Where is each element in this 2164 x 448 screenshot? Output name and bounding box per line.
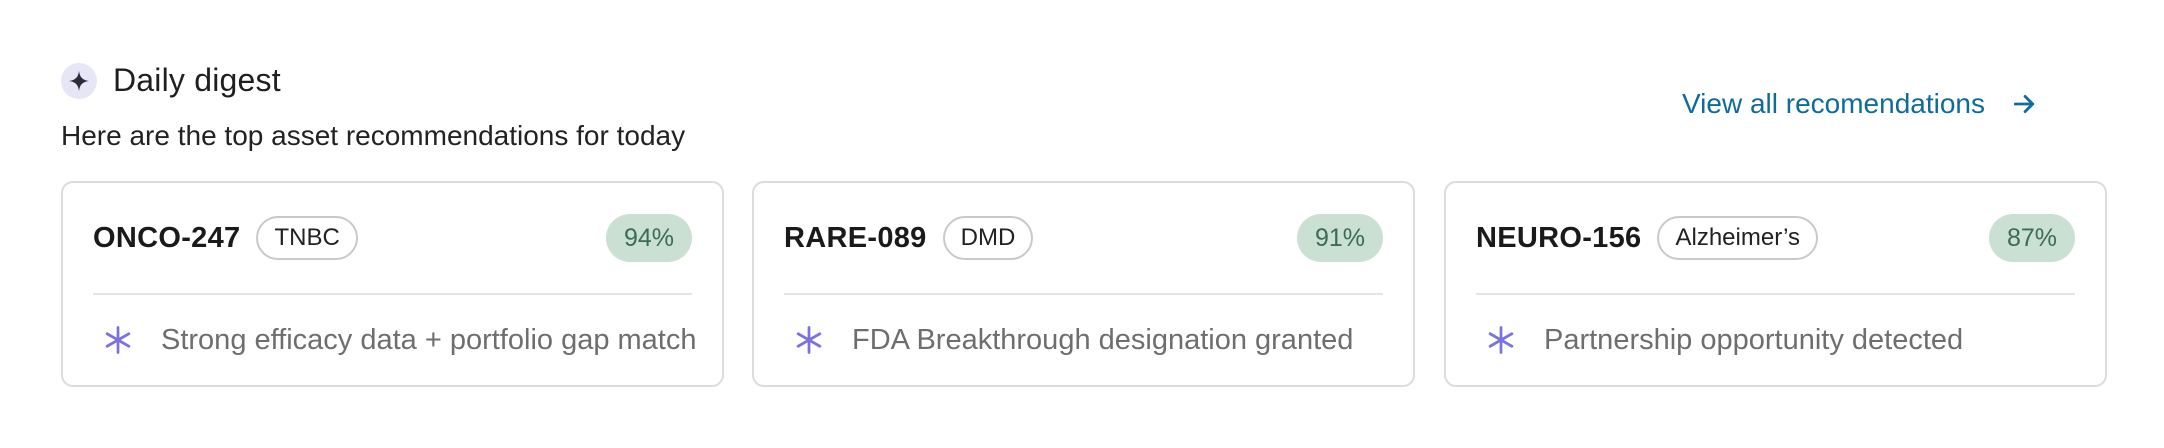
recommendation-reason: Partnership opportunity detected <box>1486 313 1963 367</box>
card-divider <box>93 293 692 295</box>
card-header: NEURO-156 Alzheimer’s 87% <box>1476 213 2075 263</box>
reason-text: Partnership opportunity detected <box>1544 323 1964 356</box>
indication-tag: DMD <box>942 216 1034 260</box>
indication-tag: Alzheimer’s <box>1657 216 1818 260</box>
digest-header: Daily digest <box>61 62 281 99</box>
recommendation-card[interactable]: ONCO-247 TNBC 94% Strong efficacy data +… <box>61 181 724 387</box>
reason-text: Strong efficacy data + portfolio gap mat… <box>161 323 697 356</box>
page-subtitle: Here are the top asset recommendations f… <box>61 120 686 151</box>
card-header: ONCO-247 TNBC 94% <box>93 213 692 263</box>
arrow-right-icon <box>2011 91 2037 117</box>
card-header: RARE-089 DMD 91% <box>784 213 1383 263</box>
asset-id: NEURO-156 <box>1476 221 1642 254</box>
card-divider <box>784 293 1383 295</box>
recommendation-card[interactable]: NEURO-156 Alzheimer’s 87% Partnership op… <box>1444 181 2107 387</box>
sparkle-icon <box>61 62 97 99</box>
asterisk-icon <box>794 325 824 355</box>
asset-id: RARE-089 <box>784 221 927 254</box>
asterisk-icon <box>1486 325 1516 355</box>
view-all-label: View all recomendations <box>1682 88 1985 119</box>
reason-text: FDA Breakthrough designation granted <box>852 323 1354 356</box>
recommendation-reason: FDA Breakthrough designation granted <box>794 313 1353 367</box>
match-score-badge: 94% <box>605 214 692 262</box>
asset-id: ONCO-247 <box>93 221 241 254</box>
indication-tag: TNBC <box>256 216 358 260</box>
recommendation-reason: Strong efficacy data + portfolio gap mat… <box>103 313 696 367</box>
asterisk-icon <box>103 325 133 355</box>
match-score-badge: 91% <box>1296 214 1383 262</box>
page-title: Daily digest <box>113 62 281 98</box>
card-divider <box>1476 293 2075 295</box>
match-score-badge: 87% <box>1988 214 2075 262</box>
view-all-recommendations-link[interactable]: View all recomendations <box>1682 88 2037 120</box>
title-row: Daily digest <box>61 62 281 99</box>
recommendation-card[interactable]: RARE-089 DMD 91% FDA Breakthrough design… <box>752 181 1415 387</box>
